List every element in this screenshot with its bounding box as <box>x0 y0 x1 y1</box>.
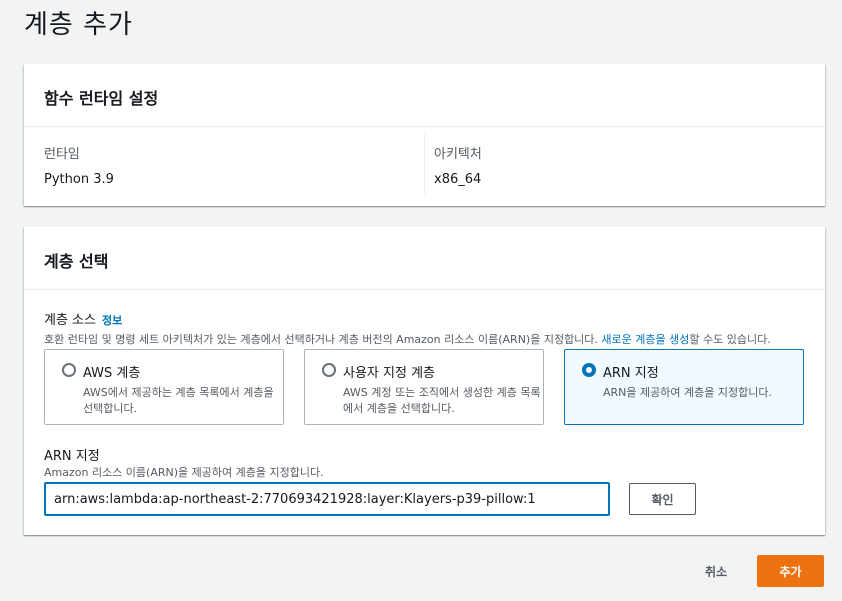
layer-source-desc-suffix: 할 수도 있습니다. <box>689 333 771 346</box>
architecture-value: x86_64 <box>434 172 482 187</box>
layer-source-label: 계층 소스 정보 <box>44 309 122 328</box>
option-specify-arn-desc: ARN을 제공하여 계층을 지정합니다. <box>603 386 772 399</box>
confirm-button[interactable]: 확인 <box>629 483 696 515</box>
option-custom-layers-title: 사용자 지정 계층 <box>343 366 435 381</box>
cancel-button[interactable]: 취소 <box>690 556 742 587</box>
runtime-label: 런타임 <box>44 147 80 162</box>
add-button[interactable]: 추가 <box>757 555 824 587</box>
option-aws-layers[interactable]: AWS 계층 AWS에서 제공하는 계층 목록에서 계층을 선택합니다. <box>44 349 284 425</box>
runtime-value: Python 3.9 <box>44 172 114 187</box>
arn-description: Amazon 리소스 이름(ARN)을 제공하여 계층을 지정합니다. <box>44 466 324 479</box>
runtime-panel-header: 함수 런타임 설정 <box>24 64 825 127</box>
radio-specify-arn[interactable] <box>582 363 596 377</box>
option-aws-layers-title: AWS 계층 <box>83 366 141 381</box>
radio-aws-layers[interactable] <box>62 363 76 377</box>
arn-label: ARN 지정 <box>44 449 100 464</box>
option-custom-layers-desc: AWS 계정 또는 조직에서 생성한 계층 목록에서 계층을 선택합니다. <box>343 386 541 415</box>
option-specify-arn[interactable]: ARN 지정 ARN을 제공하여 계층을 지정합니다. <box>564 349 804 425</box>
radio-custom-layers[interactable] <box>322 363 336 377</box>
create-layer-link[interactable]: 새로운 계층을 생성 <box>601 333 689 346</box>
arn-input[interactable] <box>44 482 610 516</box>
layer-panel-header: 계층 선택 <box>24 227 825 290</box>
option-custom-layers[interactable]: 사용자 지정 계층 AWS 계정 또는 조직에서 생성한 계층 목록에서 계층을… <box>304 349 544 425</box>
layer-source-label-text: 계층 소스 <box>44 313 96 328</box>
architecture-label: 아키텍처 <box>434 147 482 162</box>
column-divider <box>424 134 425 194</box>
runtime-settings-panel: 함수 런타임 설정 런타임 Python 3.9 아키텍처 x86_64 <box>24 64 825 206</box>
runtime-field: 런타임 Python 3.9 <box>44 143 114 187</box>
option-aws-layers-desc: AWS에서 제공하는 계층 목록에서 계층을 선택합니다. <box>83 386 274 415</box>
architecture-field: 아키텍처 x86_64 <box>434 143 482 187</box>
layer-selection-panel: 계층 선택 계층 소스 정보 호환 런타임 및 명령 세트 아키텍처가 있는 계층… <box>24 227 825 535</box>
info-link[interactable]: 정보 <box>102 314 122 327</box>
page-title: 계층 추가 <box>24 10 133 40</box>
layer-source-desc-prefix: 호환 런타임 및 명령 세트 아키텍처가 있는 계층에서 선택하거나 계층 버전… <box>44 333 602 346</box>
option-specify-arn-title: ARN 지정 <box>603 366 659 381</box>
layer-source-description: 호환 런타임 및 명령 세트 아키텍처가 있는 계층에서 선택하거나 계층 버전… <box>44 331 771 347</box>
